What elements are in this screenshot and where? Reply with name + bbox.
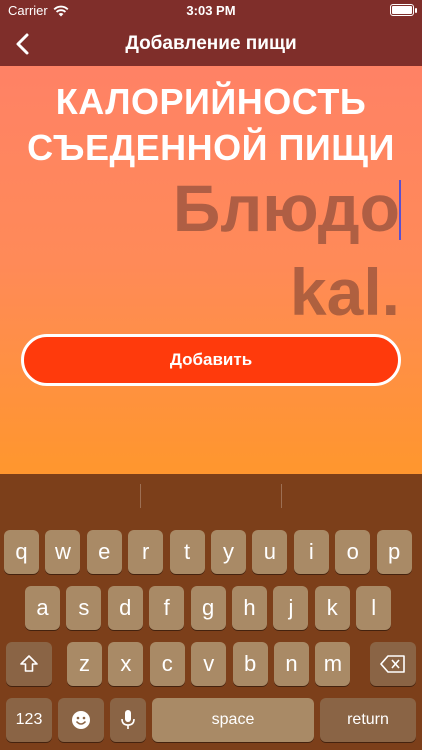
delete-key[interactable] [370,642,416,686]
key-o[interactable]: o [335,530,371,574]
key-x[interactable]: x [108,642,144,686]
heading-line-2: СЪЕДЕННОЙ ПИЩИ [27,127,395,168]
return-key[interactable]: return [320,698,416,742]
key-j[interactable]: j [273,586,309,630]
key-n[interactable]: n [274,642,309,686]
status-time: 3:03 PM [186,3,236,18]
key-h[interactable]: h [232,586,267,630]
key-c[interactable]: c [149,642,185,686]
navigation-bar: Добавление пищи [0,22,422,66]
key-e[interactable]: e [86,530,122,574]
mic-key[interactable] [110,698,146,742]
text-cursor [399,180,401,240]
suggestion-divider [140,484,141,508]
key-l[interactable]: l [356,586,392,630]
key-r[interactable]: r [128,530,164,574]
key-y[interactable]: y [211,530,246,574]
key-g[interactable]: g [190,586,226,630]
key-a[interactable]: a [25,586,60,630]
key-m[interactable]: m [315,642,351,686]
key-s[interactable]: s [66,586,102,630]
page-title: Добавление пищи [125,33,297,54]
key-p[interactable]: p [376,530,412,574]
backspace-icon [380,655,405,673]
suggestion-bar [0,474,422,518]
numbers-key[interactable]: 123 [6,698,52,742]
shift-key[interactable] [6,642,52,686]
key-d[interactable]: d [107,586,143,630]
add-button[interactable]: Добавить [21,334,401,386]
key-f[interactable]: f [149,586,185,630]
key-k[interactable]: k [314,586,350,630]
battery-icon [390,4,417,16]
key-b[interactable]: b [232,642,268,686]
space-key[interactable]: space [152,698,314,742]
key-w[interactable]: w [45,530,81,574]
emoji-icon [72,711,90,729]
suggestion-divider [281,484,282,508]
key-u[interactable]: u [252,530,288,574]
heading-line-1: КАЛОРИЙНОСТЬ [55,81,367,122]
key-q[interactable]: q [4,530,39,574]
key-v[interactable]: v [191,642,227,686]
kcal-input[interactable]: kal. [290,254,400,330]
battery-fill [392,6,412,14]
key-z[interactable]: z [67,642,102,686]
microphone-icon [121,710,135,729]
keyboard: qwertyuiop asdfghjkl zxcvbnm 123 space r… [0,474,422,750]
emoji-key[interactable] [58,698,104,742]
status-bar: Carrier 3:03 PM [0,0,422,22]
key-i[interactable]: i [293,530,329,574]
dish-input[interactable]: Блюдо [173,170,400,246]
key-t[interactable]: t [169,530,205,574]
shift-icon [20,655,38,672]
